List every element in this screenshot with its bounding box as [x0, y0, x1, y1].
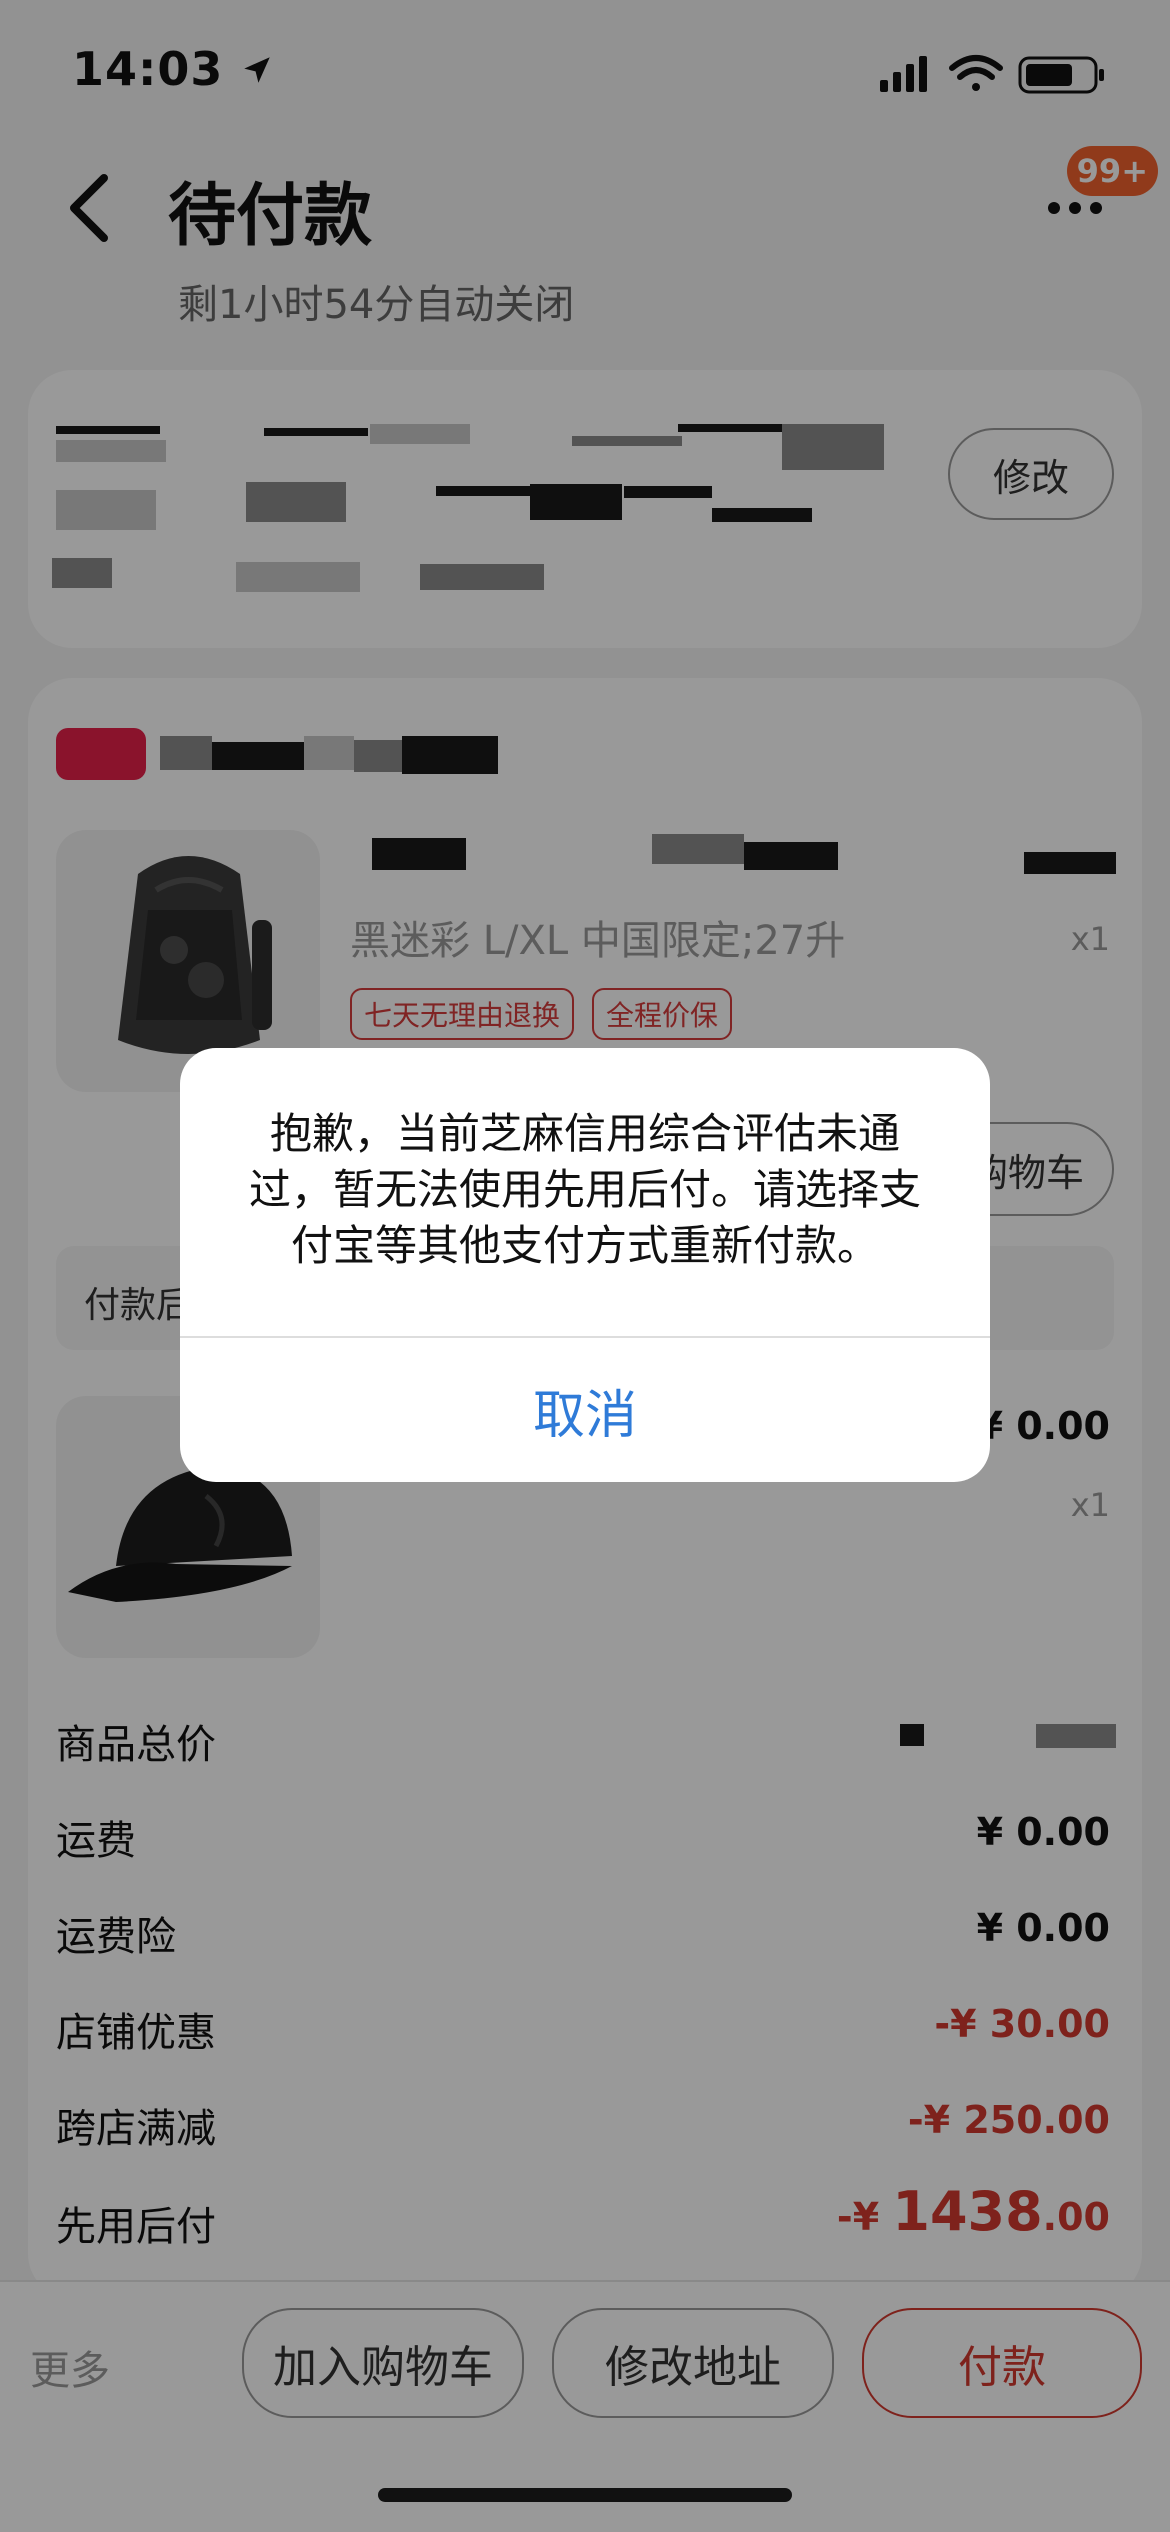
- dialog-cancel-button[interactable]: 取消: [180, 1338, 990, 1482]
- alert-dialog: 抱歉，当前芝麻信用综合评估未通过，暂无法使用先用后付。请选择支付宝等其他支付方式…: [180, 1048, 990, 1482]
- dialog-message: 抱歉，当前芝麻信用综合评估未通过，暂无法使用先用后付。请选择支付宝等其他支付方式…: [248, 1109, 921, 1270]
- home-indicator[interactable]: [378, 2488, 792, 2502]
